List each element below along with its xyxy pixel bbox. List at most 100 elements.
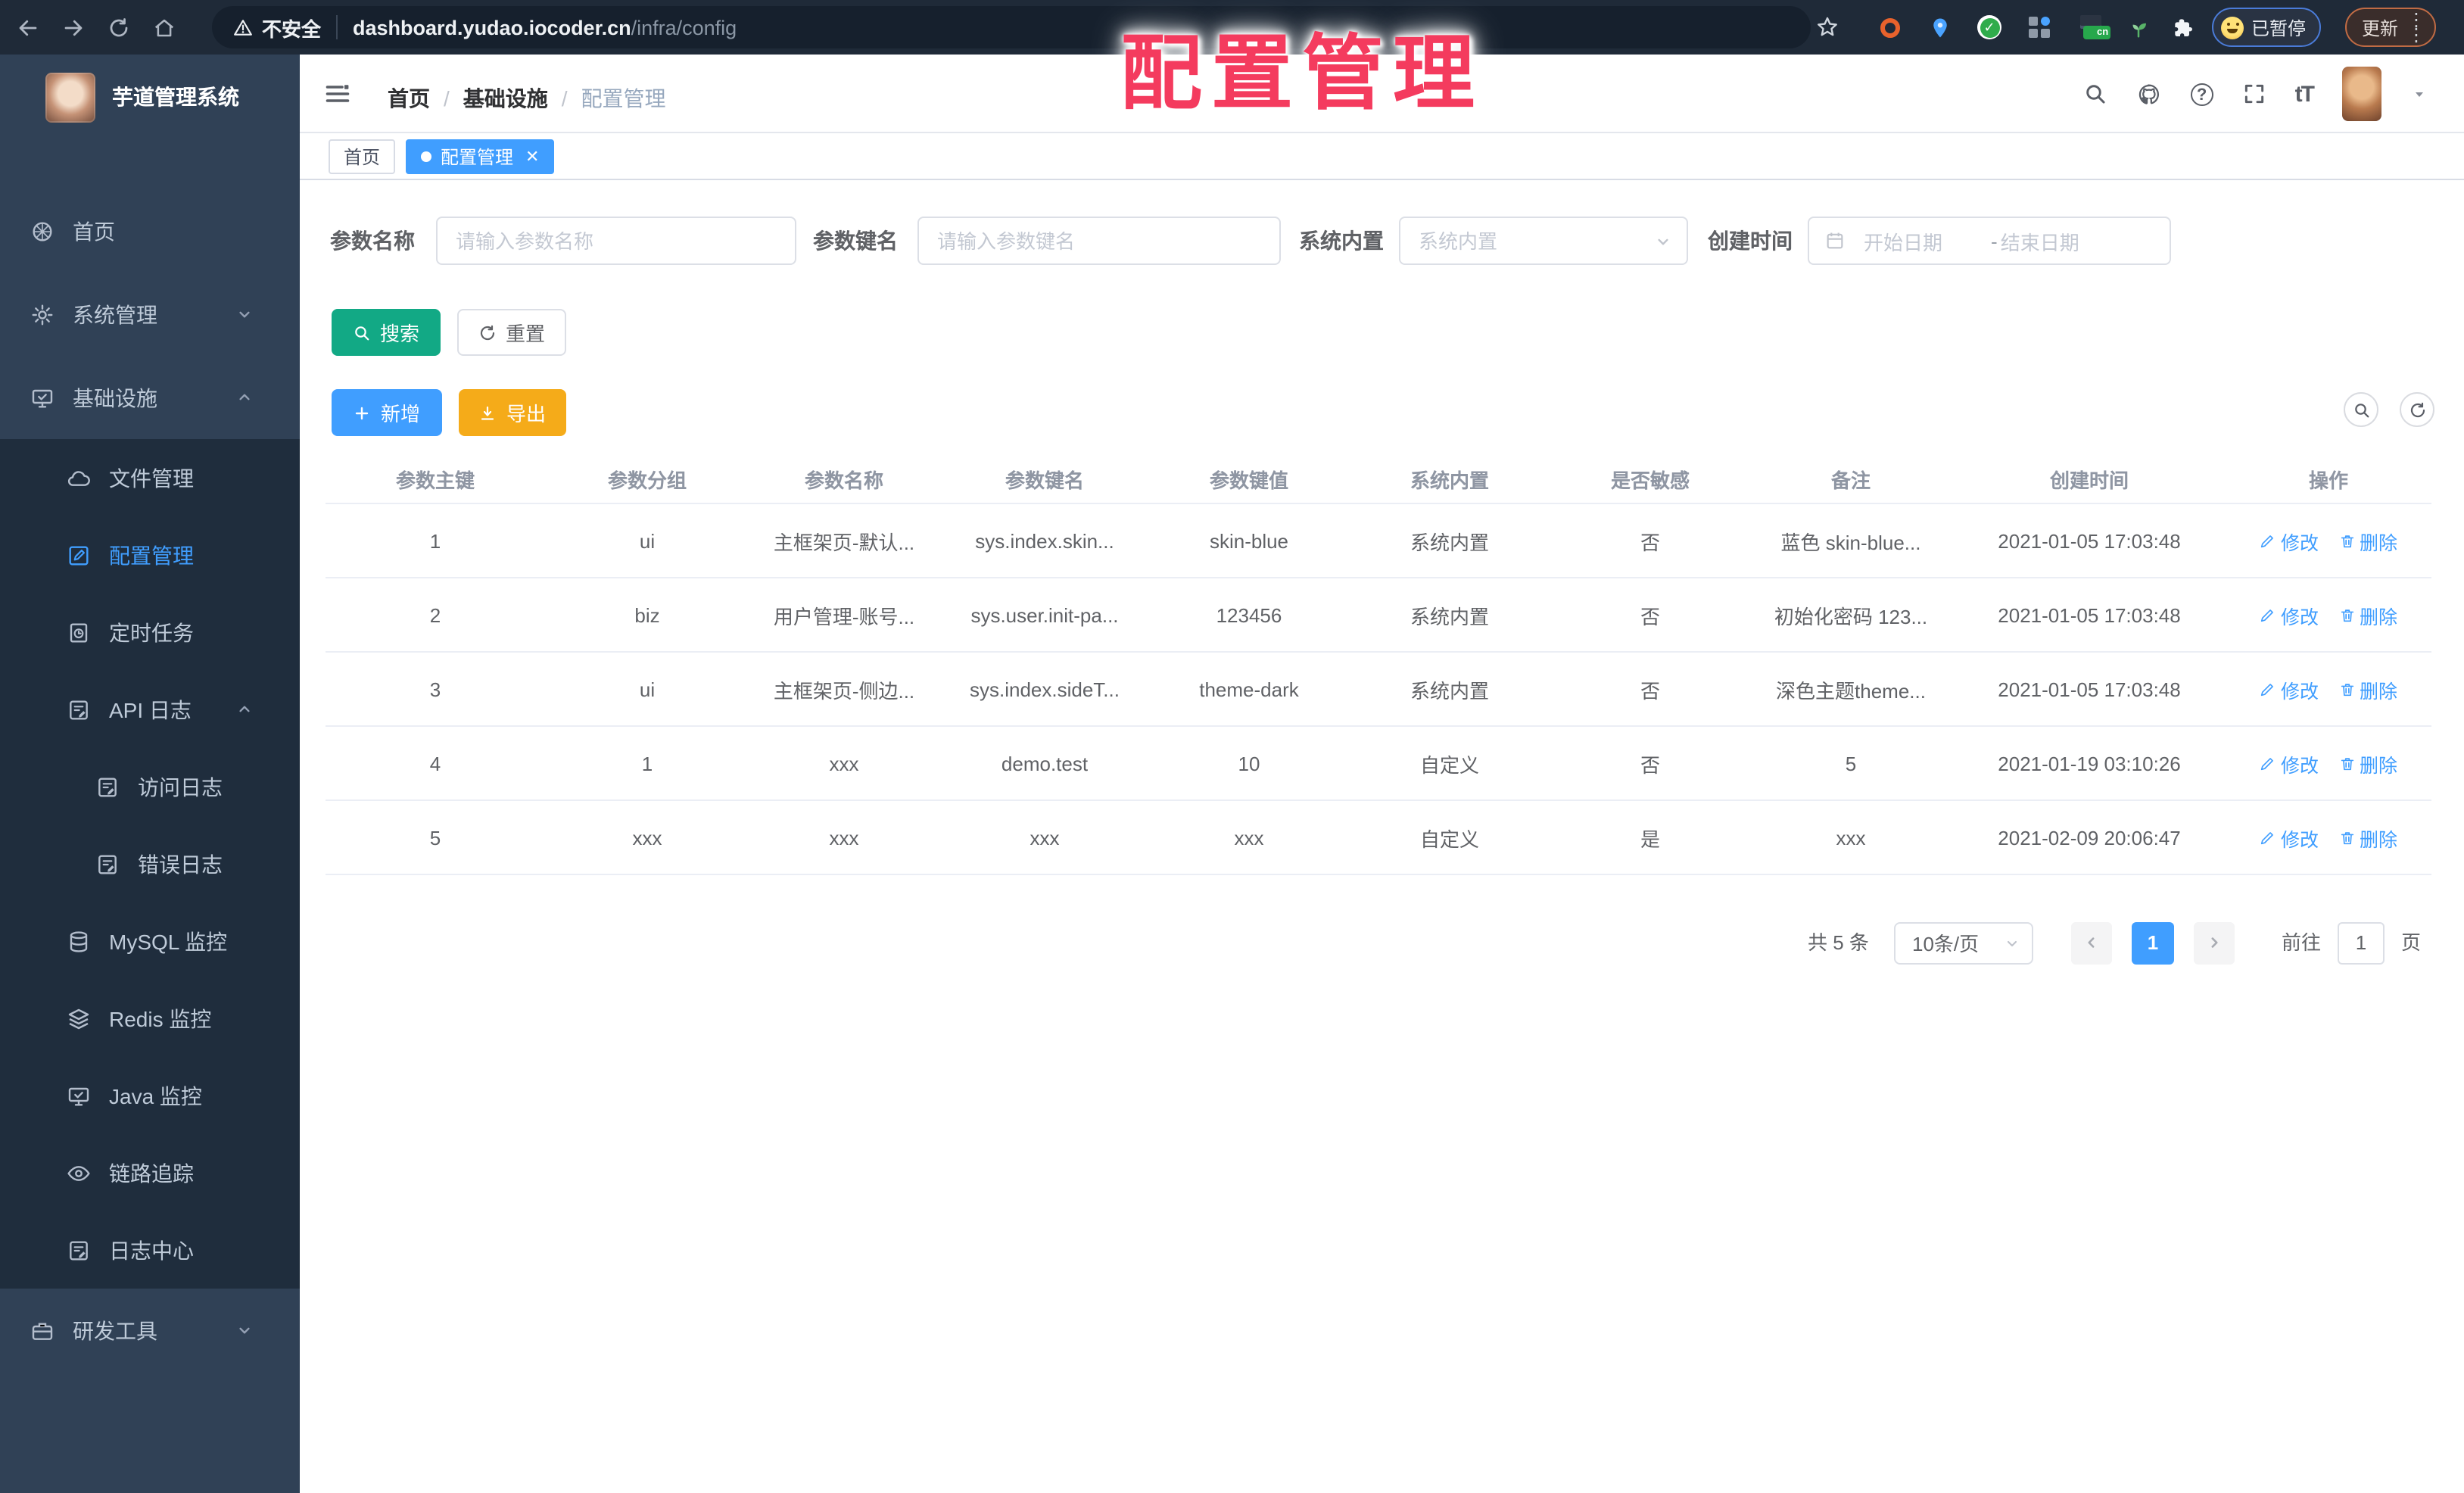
fullscreen-icon[interactable] — [2242, 82, 2266, 106]
extension-pin-icon[interactable] — [1929, 16, 1952, 39]
breadcrumb-infra[interactable]: 基础设施 — [463, 83, 548, 114]
toggle-search-button[interactable] — [2344, 392, 2378, 427]
extension-leaf-icon[interactable] — [2127, 16, 2150, 39]
sidebar-item-tracing[interactable]: 链路追踪 — [0, 1134, 300, 1211]
cell-builtin: 系统内置 — [1410, 531, 1489, 553]
cell-group: ui — [639, 529, 656, 552]
sidebar-item-config[interactable]: 配置管理 — [0, 516, 300, 594]
sidebar-item-files[interactable]: 文件管理 — [0, 439, 300, 516]
sidebar-item-mysql[interactable]: MySQL 监控 — [0, 902, 300, 980]
update-button[interactable]: 更新 ⋮ ⋮ — [2345, 8, 2437, 47]
goto-page-input[interactable] — [2339, 923, 2383, 962]
help-icon[interactable]: ? — [2190, 83, 2213, 105]
browser-home-icon[interactable] — [153, 16, 176, 39]
sidebar-item-devtools[interactable]: 研发工具 — [0, 1289, 300, 1372]
app-logo-row[interactable]: 芋道管理系统 — [0, 55, 300, 139]
current-page-button[interactable]: 1 — [2132, 921, 2174, 964]
edit-link[interactable]: 修改 — [2260, 600, 2319, 629]
log-icon — [95, 852, 120, 876]
not-secure-icon — [233, 17, 253, 37]
date-start-placeholder[interactable]: 开始日期 — [1864, 226, 1988, 255]
export-button[interactable]: 导出 — [459, 389, 566, 436]
table-row: 3 ui 主框架页-侧边... sys.index.sideT... theme… — [326, 653, 2431, 727]
cell-group: 1 — [641, 752, 653, 775]
export-button-label: 导出 — [506, 403, 546, 425]
extension-grid-icon[interactable] — [2029, 17, 2050, 38]
sidebar-item-java[interactable]: Java 监控 — [0, 1057, 300, 1134]
download-icon — [479, 404, 497, 422]
table-row: 5 xxx xxx xxx xxx 自定义 是 xxx 2021-02-09 2… — [326, 801, 2431, 875]
breadcrumb-home[interactable]: 首页 — [388, 83, 430, 114]
delete-link[interactable]: 删除 — [2338, 823, 2397, 852]
table-row: 2 biz 用户管理-账号... sys.user.init-pa... 123… — [326, 578, 2431, 653]
edit-link[interactable]: 修改 — [2260, 675, 2319, 703]
builtin-select[interactable] — [1399, 217, 1688, 265]
extension-cn-icon[interactable]: cn — [2080, 15, 2110, 39]
edit-link[interactable]: 修改 — [2260, 526, 2319, 555]
tag-config[interactable]: 配置管理 ✕ — [406, 139, 555, 174]
bookmark-star-icon[interactable] — [1815, 15, 1839, 39]
sidebar-item-access-log[interactable]: 访问日志 — [0, 748, 300, 825]
delete-link[interactable]: 删除 — [2338, 526, 2397, 555]
not-secure-label[interactable]: 不安全 — [262, 13, 321, 42]
prev-page-button[interactable] — [2071, 921, 2112, 964]
url-host[interactable]: dashboard.yudao.iocoder.cn — [353, 16, 631, 39]
next-page-button[interactable] — [2194, 921, 2235, 964]
delete-link[interactable]: 删除 — [2338, 600, 2397, 629]
breadcrumb-separator: / — [561, 86, 568, 111]
user-avatar[interactable] — [2342, 67, 2381, 121]
sidebar-item-api-log[interactable]: API 日志 — [0, 671, 300, 748]
edit-link[interactable]: 修改 — [2260, 823, 2319, 852]
add-button[interactable]: 新增 — [332, 389, 442, 436]
date-range-picker[interactable]: 开始日期 - 结束日期 — [1808, 217, 2171, 265]
sidebar-item-infra[interactable]: 基础设施 — [0, 356, 300, 439]
edit-link[interactable]: 修改 — [2260, 749, 2319, 778]
tag-home[interactable]: 首页 — [329, 139, 396, 174]
cell-sensitive: 否 — [1640, 605, 1660, 628]
builtin-select-value[interactable] — [1400, 229, 1687, 252]
cell-remark: 蓝色 skin-blue... — [1780, 531, 1921, 553]
browser-forward-icon[interactable] — [62, 16, 85, 39]
delete-link[interactable]: 删除 — [2338, 749, 2397, 778]
scheduled-task-icon — [67, 620, 91, 644]
caret-down-icon[interactable] — [2410, 85, 2428, 103]
hamburger-icon[interactable] — [324, 80, 351, 108]
param-name-input[interactable] — [438, 229, 795, 252]
sidebar-item-log-center[interactable]: 日志中心 — [0, 1211, 300, 1289]
date-end-placeholder[interactable]: 结束日期 — [2001, 226, 2079, 255]
sidebar-item-label: 系统管理 — [73, 302, 157, 326]
refresh-table-button[interactable] — [2400, 392, 2434, 427]
browser-menu-icon[interactable]: ⋮ ⋮ — [2407, 11, 2425, 44]
sidebar-item-redis[interactable]: Redis 监控 — [0, 980, 300, 1057]
reset-button[interactable]: 重置 — [457, 309, 566, 356]
extensions-puzzle-icon[interactable] — [2171, 15, 2195, 39]
sidebar-item-error-log[interactable]: 错误日志 — [0, 825, 300, 902]
goto-page-input-wrap — [2338, 921, 2385, 964]
sidebar-item-system[interactable]: 系统管理 — [0, 273, 300, 356]
browser-back-icon[interactable] — [17, 16, 39, 39]
tag-label: 配置管理 — [441, 147, 514, 168]
pencil-icon — [2260, 829, 2276, 846]
cell-id: 2 — [429, 603, 441, 626]
main-content: 参数名称 参数键名 系统内置 创建时间 开始日期 - 结束日期 搜索 重置 — [300, 180, 2464, 1493]
cell-builtin: 自定义 — [1419, 753, 1479, 776]
extension-ring-icon[interactable] — [1880, 17, 1900, 37]
update-label: 更新 — [2362, 17, 2399, 39]
page-size-select[interactable]: 10条/页 — [1894, 921, 2033, 964]
address-bar[interactable]: 不安全 dashboard.yudao.iocoder.cn/infra/con… — [212, 6, 1811, 48]
paused-badge[interactable]: 已暂停 — [2212, 8, 2322, 47]
table-header-cell: 操作 — [2308, 469, 2348, 491]
github-icon[interactable] — [2136, 81, 2162, 107]
cell-key: sys.index.skin... — [975, 529, 1114, 552]
search-button[interactable]: 搜索 — [332, 309, 441, 356]
extension-green-icon[interactable]: ✓ — [1977, 15, 2001, 39]
sidebar-item-jobs[interactable]: 定时任务 — [0, 594, 300, 671]
cell-group: xxx — [632, 826, 662, 849]
search-icon[interactable] — [2083, 82, 2107, 106]
sidebar-item-home[interactable]: 首页 — [0, 189, 300, 273]
param-key-input[interactable] — [919, 229, 1279, 252]
close-icon[interactable]: ✕ — [525, 147, 539, 167]
browser-reload-icon[interactable] — [107, 16, 130, 39]
font-size-icon[interactable]: tT — [2295, 81, 2315, 107]
delete-link[interactable]: 删除 — [2338, 675, 2397, 703]
